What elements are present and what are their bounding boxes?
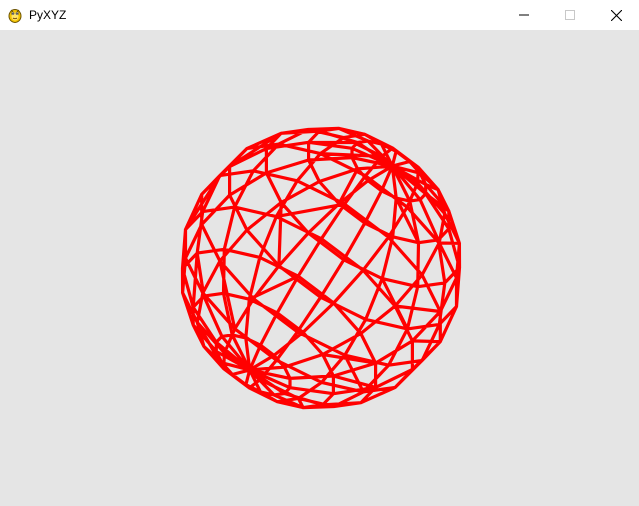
minimize-button[interactable] <box>501 0 547 30</box>
sphere-wire-mesh <box>180 126 462 410</box>
title-bar[interactable]: PyXYZ <box>0 0 639 30</box>
wireframe-sphere <box>180 126 462 410</box>
render-canvas[interactable] <box>0 30 639 506</box>
app-window: PyXYZ <box>0 0 639 506</box>
pygame-snake-icon <box>8 9 22 23</box>
minimize-icon <box>519 14 529 16</box>
close-icon <box>610 9 622 21</box>
window-title: PyXYZ <box>29 8 67 22</box>
maximize-button[interactable] <box>547 0 593 30</box>
close-button[interactable] <box>593 0 639 30</box>
maximize-icon <box>565 10 575 20</box>
